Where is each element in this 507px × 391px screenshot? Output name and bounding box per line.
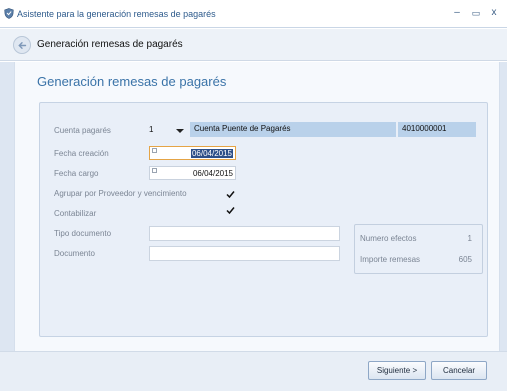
- shield-app-icon: [4, 8, 14, 19]
- date-enable-checkbox[interactable]: [152, 148, 157, 153]
- cuenta-code-field: 4010000001: [398, 122, 476, 137]
- fecha-cargo-label: Fecha cargo: [54, 169, 99, 178]
- content-area: Generación remesas de pagarés Cuenta pag…: [0, 62, 507, 351]
- importe-remesas-value: 605: [458, 255, 472, 264]
- fecha-creacion-value: 06/04/2015: [190, 149, 233, 158]
- back-button[interactable]: [13, 36, 31, 54]
- arrow-left-icon: [18, 42, 27, 49]
- form-panel: Cuenta pagarés 1 Cuenta Puente de Pagaré…: [39, 102, 488, 337]
- agrupar-checkbox[interactable]: [226, 190, 235, 199]
- close-button[interactable]: x: [487, 6, 501, 20]
- wizard-page: Generación remesas de pagarés Cuenta pag…: [14, 62, 500, 351]
- fecha-creacion-field[interactable]: 06/04/2015: [149, 146, 236, 160]
- cuenta-pagares-value: 1: [149, 125, 154, 134]
- page-heading: Generación remesas de pagarés: [37, 74, 227, 89]
- nav-title: Generación remesas de pagarés: [37, 39, 183, 50]
- wizard-window: Asistente para la generación remesas de …: [0, 0, 507, 391]
- chevron-down-icon[interactable]: [176, 129, 184, 133]
- cuenta-name-field: Cuenta Puente de Pagarés: [190, 122, 396, 137]
- maximize-button[interactable]: ▭: [469, 6, 483, 20]
- numero-efectos-label: Numero efectos: [360, 234, 417, 243]
- footer-bar: Siguiente > Cancelar: [0, 351, 507, 391]
- cancel-button[interactable]: Cancelar: [431, 361, 487, 380]
- navigation-bar: Generación remesas de pagarés: [0, 29, 507, 61]
- documento-label: Documento: [54, 249, 95, 258]
- contabilizar-label: Contabilizar: [54, 209, 97, 218]
- minimize-button[interactable]: –: [450, 6, 464, 20]
- tipo-documento-label: Tipo documento: [54, 229, 112, 238]
- agrupar-label: Agrupar por Proveedor y vencimiento: [54, 189, 187, 198]
- cuenta-pagares-label: Cuenta pagarés: [54, 126, 111, 135]
- window-title: Asistente para la generación remesas de …: [17, 9, 216, 19]
- contabilizar-checkbox[interactable]: [226, 206, 235, 215]
- title-bar: Asistente para la generación remesas de …: [0, 0, 507, 28]
- tipo-documento-input[interactable]: [149, 226, 340, 241]
- importe-remesas-label: Importe remesas: [360, 255, 421, 264]
- cuenta-pagares-select[interactable]: 1: [149, 124, 186, 137]
- summary-box: Numero efectos 1 Importe remesas 605: [354, 224, 483, 274]
- documento-input[interactable]: [149, 246, 340, 261]
- fecha-cargo-value: 06/04/2015: [192, 169, 233, 178]
- date-enable-checkbox[interactable]: [152, 168, 157, 173]
- numero-efectos-value: 1: [467, 234, 472, 243]
- next-button[interactable]: Siguiente >: [368, 361, 426, 380]
- fecha-creacion-label: Fecha creación: [54, 149, 109, 158]
- fecha-cargo-field[interactable]: 06/04/2015: [149, 166, 236, 180]
